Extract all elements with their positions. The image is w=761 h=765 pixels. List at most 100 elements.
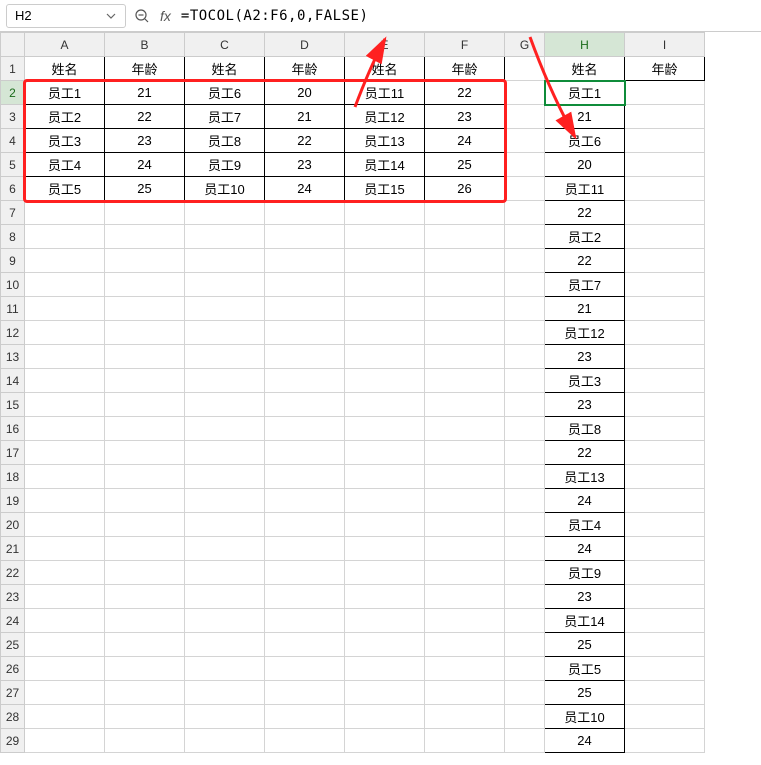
cell-I19[interactable]: [625, 489, 705, 513]
cell-G6[interactable]: [505, 177, 545, 201]
cell-D21[interactable]: [265, 537, 345, 561]
row-header-26[interactable]: 26: [1, 657, 25, 681]
cell-F20[interactable]: [425, 513, 505, 537]
row-header-13[interactable]: 13: [1, 345, 25, 369]
cell-D2[interactable]: 20: [265, 81, 345, 105]
cell-G8[interactable]: [505, 225, 545, 249]
cell-G18[interactable]: [505, 465, 545, 489]
cell-G13[interactable]: [505, 345, 545, 369]
cell-F2[interactable]: 22: [425, 81, 505, 105]
cell-B27[interactable]: [105, 681, 185, 705]
cell-C4[interactable]: 员工8: [185, 129, 265, 153]
cell-F12[interactable]: [425, 321, 505, 345]
cell-E7[interactable]: [345, 201, 425, 225]
cell-C26[interactable]: [185, 657, 265, 681]
row-header-17[interactable]: 17: [1, 441, 25, 465]
cell-F4[interactable]: 24: [425, 129, 505, 153]
cell-G24[interactable]: [505, 609, 545, 633]
cell-I10[interactable]: [625, 273, 705, 297]
cell-G10[interactable]: [505, 273, 545, 297]
cell-C15[interactable]: [185, 393, 265, 417]
cell-C5[interactable]: 员工9: [185, 153, 265, 177]
cell-H22[interactable]: 员工9: [545, 561, 625, 585]
cell-E1[interactable]: 姓名: [345, 57, 425, 81]
cell-H16[interactable]: 员工8: [545, 417, 625, 441]
cell-B5[interactable]: 24: [105, 153, 185, 177]
row-header-7[interactable]: 7: [1, 201, 25, 225]
cell-E18[interactable]: [345, 465, 425, 489]
cell-D8[interactable]: [265, 225, 345, 249]
row-header-1[interactable]: 1: [1, 57, 25, 81]
cell-I13[interactable]: [625, 345, 705, 369]
cell-A24[interactable]: [25, 609, 105, 633]
cell-A28[interactable]: [25, 705, 105, 729]
cell-B9[interactable]: [105, 249, 185, 273]
row-header-12[interactable]: 12: [1, 321, 25, 345]
cell-D18[interactable]: [265, 465, 345, 489]
cell-G7[interactable]: [505, 201, 545, 225]
cell-D15[interactable]: [265, 393, 345, 417]
cell-A26[interactable]: [25, 657, 105, 681]
cell-F19[interactable]: [425, 489, 505, 513]
fx-icon[interactable]: fx: [160, 8, 171, 24]
cell-E15[interactable]: [345, 393, 425, 417]
cell-I3[interactable]: [625, 105, 705, 129]
chevron-down-icon[interactable]: [105, 10, 117, 22]
cell-C23[interactable]: [185, 585, 265, 609]
cell-G4[interactable]: [505, 129, 545, 153]
cell-F18[interactable]: [425, 465, 505, 489]
cell-A20[interactable]: [25, 513, 105, 537]
cell-E5[interactable]: 员工14: [345, 153, 425, 177]
cell-B14[interactable]: [105, 369, 185, 393]
cell-E6[interactable]: 员工15: [345, 177, 425, 201]
cell-A7[interactable]: [25, 201, 105, 225]
cell-F14[interactable]: [425, 369, 505, 393]
cell-I28[interactable]: [625, 705, 705, 729]
cell-A2[interactable]: 员工1: [25, 81, 105, 105]
cell-A9[interactable]: [25, 249, 105, 273]
row-header-23[interactable]: 23: [1, 585, 25, 609]
cell-E9[interactable]: [345, 249, 425, 273]
cell-I16[interactable]: [625, 417, 705, 441]
cell-H9[interactable]: 22: [545, 249, 625, 273]
cell-E13[interactable]: [345, 345, 425, 369]
cell-D10[interactable]: [265, 273, 345, 297]
cell-D17[interactable]: [265, 441, 345, 465]
cell-H21[interactable]: 24: [545, 537, 625, 561]
cell-D9[interactable]: [265, 249, 345, 273]
cell-A17[interactable]: [25, 441, 105, 465]
cell-G28[interactable]: [505, 705, 545, 729]
cell-I5[interactable]: [625, 153, 705, 177]
cell-H23[interactable]: 23: [545, 585, 625, 609]
cell-I18[interactable]: [625, 465, 705, 489]
cell-G19[interactable]: [505, 489, 545, 513]
col-header-B[interactable]: B: [105, 33, 185, 57]
cell-A25[interactable]: [25, 633, 105, 657]
cell-I23[interactable]: [625, 585, 705, 609]
cell-G3[interactable]: [505, 105, 545, 129]
cell-I6[interactable]: [625, 177, 705, 201]
cell-H29[interactable]: 24: [545, 729, 625, 753]
cell-H20[interactable]: 员工4: [545, 513, 625, 537]
cell-E28[interactable]: [345, 705, 425, 729]
cell-F29[interactable]: [425, 729, 505, 753]
cell-F28[interactable]: [425, 705, 505, 729]
cell-F26[interactable]: [425, 657, 505, 681]
cell-C8[interactable]: [185, 225, 265, 249]
cell-G17[interactable]: [505, 441, 545, 465]
cell-I12[interactable]: [625, 321, 705, 345]
cell-B22[interactable]: [105, 561, 185, 585]
cell-E25[interactable]: [345, 633, 425, 657]
cell-D28[interactable]: [265, 705, 345, 729]
cell-E10[interactable]: [345, 273, 425, 297]
row-header-3[interactable]: 3: [1, 105, 25, 129]
cell-C9[interactable]: [185, 249, 265, 273]
cell-A11[interactable]: [25, 297, 105, 321]
zoom-out-icon[interactable]: [134, 8, 150, 24]
cell-F6[interactable]: 26: [425, 177, 505, 201]
cell-E24[interactable]: [345, 609, 425, 633]
cell-A23[interactable]: [25, 585, 105, 609]
row-header-22[interactable]: 22: [1, 561, 25, 585]
row-header-27[interactable]: 27: [1, 681, 25, 705]
cell-H7[interactable]: 22: [545, 201, 625, 225]
